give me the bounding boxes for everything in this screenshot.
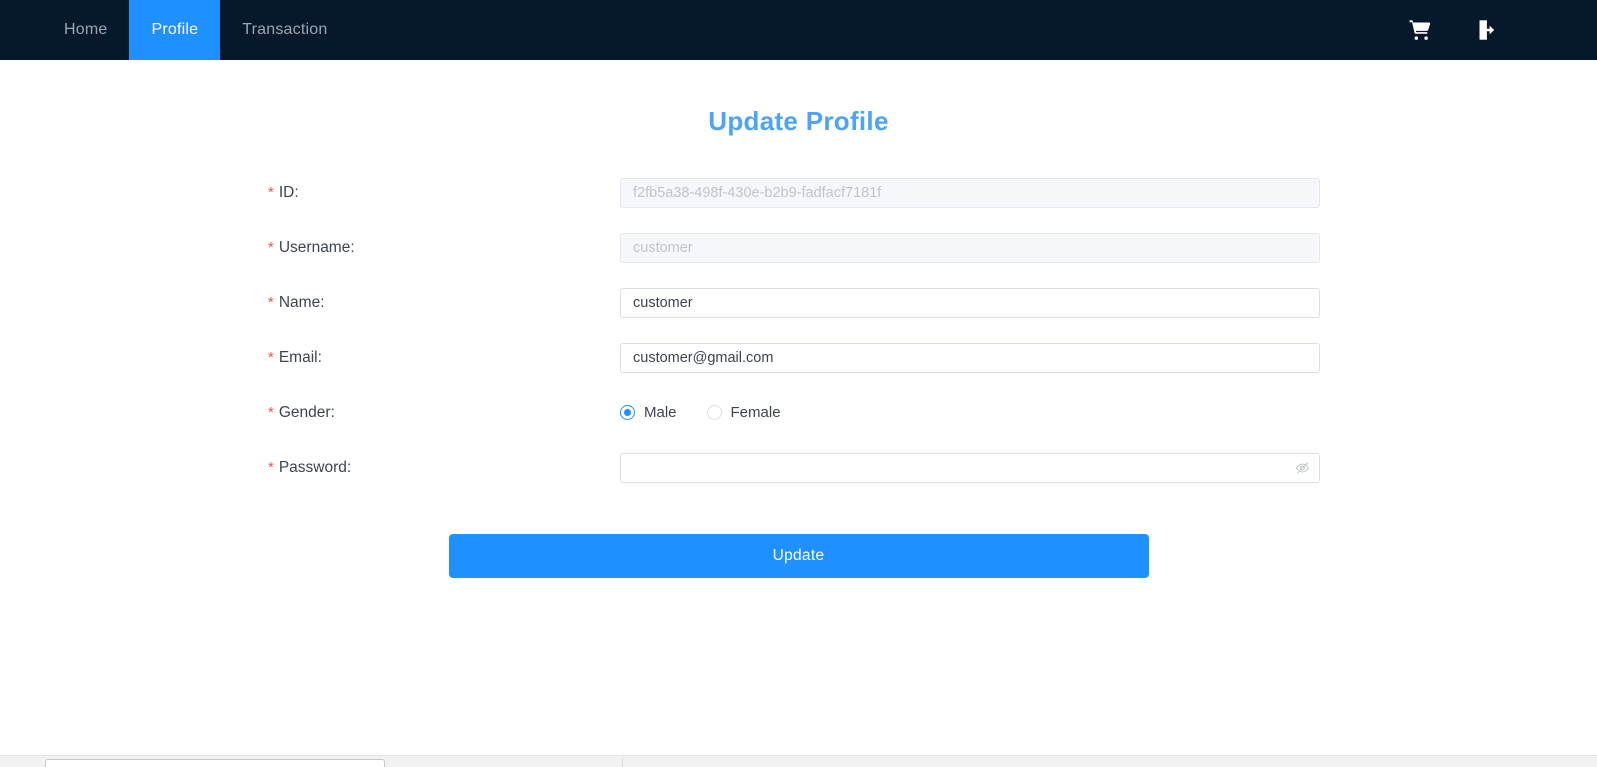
- nav-item-transaction[interactable]: Transaction: [220, 0, 349, 60]
- radio-dot-selected: [620, 405, 635, 420]
- id-value: f2fb5a38-498f-430e-b2b9-fadfacf7181f: [633, 184, 882, 201]
- gender-radio-group: Male Female: [620, 398, 1320, 428]
- name-value: customer: [633, 294, 693, 311]
- username-value: customer: [633, 239, 693, 256]
- required-asterisk: *: [268, 293, 274, 311]
- radio-dot: [706, 405, 722, 420]
- label-password: * Password:: [0, 459, 620, 477]
- label-gender: * Gender:: [0, 404, 620, 422]
- top-navbar: Home Profile Transaction: [0, 0, 1597, 60]
- page-content: Update Profile * ID: f2fb5a38-498f-430e-b…: [0, 60, 1597, 767]
- password-input[interactable]: [620, 452, 1320, 483]
- label-text: Name:: [278, 293, 325, 311]
- field-wrap-gender: Male Female: [620, 398, 1320, 428]
- email-input[interactable]: customer@gmail.com: [620, 342, 1320, 373]
- form-row-gender: * Gender: Male Female: [0, 385, 1597, 440]
- label-text: Username:: [278, 238, 355, 256]
- form-row-email: * Email: customer@gmail.com: [0, 330, 1597, 385]
- required-asterisk: *: [268, 348, 274, 366]
- label-name: * Name:: [0, 294, 620, 312]
- browser-download-shelf: [0, 755, 1597, 767]
- required-asterisk: *: [268, 458, 274, 476]
- gender-radio-male[interactable]: Male: [620, 404, 677, 421]
- id-input: f2fb5a38-498f-430e-b2b9-fadfacf7181f: [620, 177, 1320, 208]
- field-wrap-id: f2fb5a38-498f-430e-b2b9-fadfacf7181f: [620, 177, 1320, 208]
- required-asterisk: *: [268, 403, 274, 421]
- label-username: * Username:: [0, 239, 620, 257]
- field-wrap-username: customer: [620, 232, 1320, 263]
- required-asterisk: *: [268, 183, 274, 201]
- label-email: * Email:: [0, 349, 620, 367]
- nav-item-profile[interactable]: Profile: [129, 0, 221, 60]
- form-row-id: * ID: f2fb5a38-498f-430e-b2b9-fadfacf7181…: [0, 165, 1597, 220]
- nav-item-label: Transaction: [242, 21, 328, 38]
- nav-links: Home Profile Transaction: [0, 0, 349, 60]
- page-title: Update Profile: [708, 106, 889, 136]
- label-text: ID:: [278, 183, 299, 201]
- label-text: Password:: [278, 458, 352, 476]
- username-input: customer: [620, 232, 1320, 263]
- nav-actions: [1407, 0, 1597, 60]
- required-asterisk: *: [268, 238, 274, 256]
- radio-label: Female: [730, 404, 781, 421]
- nav-item-label: Home: [64, 21, 108, 38]
- form-row-password: * Password:: [0, 440, 1597, 495]
- shelf-separator: [622, 758, 623, 767]
- label-id: * ID:: [0, 184, 620, 202]
- form-row-username: * Username: customer: [0, 220, 1597, 275]
- label-text: Email:: [278, 348, 322, 366]
- gender-radio-female[interactable]: Female: [706, 404, 781, 421]
- submit-row: Update: [0, 534, 1597, 578]
- update-button[interactable]: Update: [448, 534, 1149, 578]
- email-value: customer@gmail.com: [633, 349, 774, 366]
- name-input[interactable]: customer: [620, 287, 1320, 318]
- update-profile-form: * ID: f2fb5a38-498f-430e-b2b9-fadfacf7181…: [0, 165, 1597, 578]
- eye-slash-icon[interactable]: [1295, 460, 1310, 475]
- radio-label: Male: [644, 404, 677, 421]
- field-wrap-password: [620, 452, 1320, 483]
- label-text: Gender:: [278, 403, 335, 421]
- field-wrap-email: customer@gmail.com: [620, 342, 1320, 373]
- form-row-name: * Name: customer: [0, 275, 1597, 330]
- nav-item-home[interactable]: Home: [0, 0, 129, 60]
- nav-item-label: Profile: [151, 21, 199, 38]
- download-shelf-item[interactable]: [45, 759, 385, 767]
- logout-icon[interactable]: [1475, 17, 1501, 43]
- field-wrap-name: customer: [620, 287, 1320, 318]
- shopping-cart-icon[interactable]: [1407, 17, 1433, 43]
